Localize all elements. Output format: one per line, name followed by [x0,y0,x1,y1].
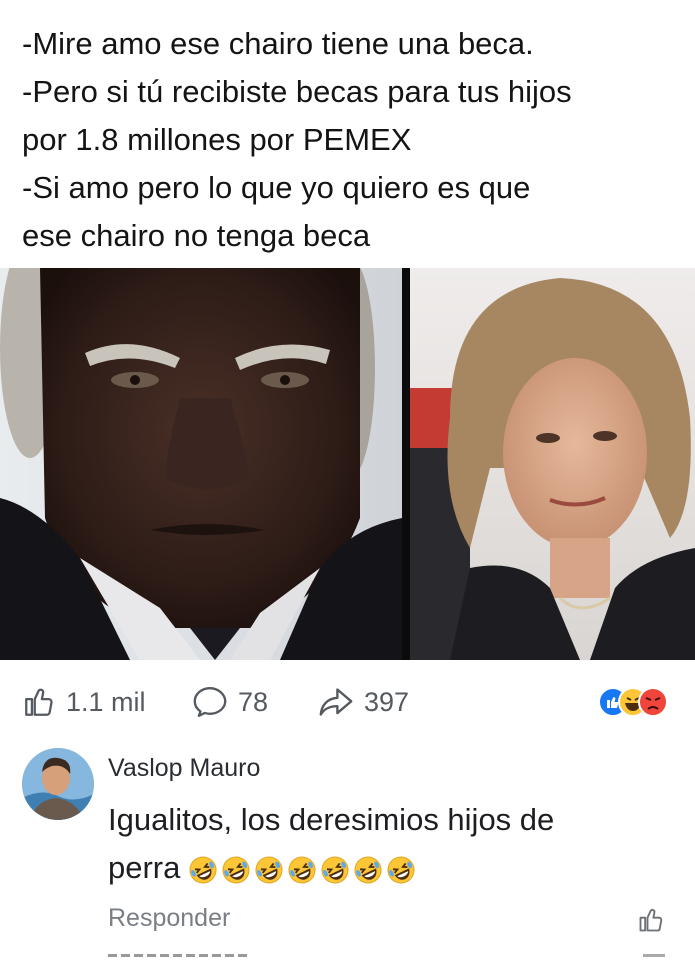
post-text-line: -Mire amo ese chairo tiene una beca. [22,26,534,61]
rolling-laughing-emoji-icon [189,856,217,884]
photo-divider [402,268,410,660]
share-arrow-icon [319,688,353,716]
comment-count: 78 [238,686,269,717]
rolling-laughing-emoji-icon [354,856,382,884]
comment-author[interactable]: Vaslop Mauro [108,754,260,783]
rolling-laughing-emoji-icon [288,856,316,884]
comment-text-line: perra [108,850,181,885]
photo-right-panel [410,268,695,660]
rolling-laughing-emoji-icon [222,856,250,884]
post-text: -Mire amo ese chairo tiene una beca. -Pe… [22,20,682,260]
comment-like-button[interactable] [637,906,665,939]
like-count: 1.1 mil [66,686,146,717]
post-photo[interactable] [0,268,695,660]
post-text-line: -Si amo pero lo que yo quiero es que [22,170,531,205]
comment-button[interactable]: 78 [192,672,268,732]
rolling-laughing-emoji-icon [387,856,415,884]
reactions-summary[interactable] [597,686,669,718]
post-text-line: ese chairo no tenga beca [22,218,371,253]
next-comment-cut-right [643,954,665,957]
avatar[interactable] [22,748,94,820]
reply-button[interactable]: Responder [108,904,230,933]
comment-text: Igualitos, los deresimios hijos de perra [108,796,668,892]
rolling-laughing-emoji-icon [255,856,283,884]
angry-reaction-icon [638,687,668,717]
rolling-laughing-emoji-icon [321,856,349,884]
post-text-line: -Pero si tú recibiste becas para tus hij… [22,74,572,109]
like-button[interactable]: 1.1 mil [22,672,146,732]
thumbs-up-icon [639,909,663,932]
laughing-emoji-row [188,855,416,885]
photo-left-panel [0,268,402,660]
comment-text-line: Igualitos, los deresimios hijos de [108,802,555,837]
post-action-bar: 1.1 mil 78 397 [0,672,695,732]
post-text-line: por 1.8 millones por PEMEX [22,122,412,157]
share-count: 397 [364,686,410,717]
comment-bubble-icon [193,686,227,718]
thumbs-up-icon [25,688,53,716]
share-button[interactable]: 397 [318,672,409,732]
next-comment-cut [108,950,248,960]
